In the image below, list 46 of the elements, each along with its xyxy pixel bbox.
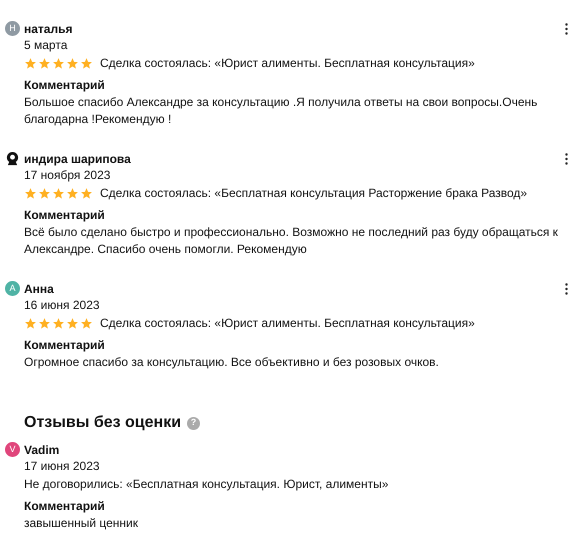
review-date: 17 июня 2023 — [23, 458, 101, 475]
section-title: Отзывы без оценки — [24, 413, 182, 433]
more-icon — [564, 23, 568, 35]
star-icon — [24, 56, 37, 70]
comment-text: Большое спасибо Александре за консультацию .Я получила ответы на свои вопросы.Очень благодарна !Рекомендую ! — [23, 94, 538, 128]
reviewer-name[interactable]: индира шарипова — [24, 150, 131, 168]
comment-label: Комментарий — [23, 207, 106, 224]
star-icon — [24, 316, 37, 330]
star-icon — [38, 186, 51, 200]
star-icon — [80, 56, 93, 70]
deal-status: Сделка состоялась: «Юрист алименты. Бесплатная консультация» — [100, 315, 475, 332]
review-date: 17 ноября 2023 — [23, 167, 112, 184]
star-icon — [38, 316, 51, 330]
star-icon — [66, 56, 79, 70]
comment-label: Комментарий — [23, 77, 106, 94]
deal-status: Не договорились: «Бесплатная консультация. Юрист, алименты» — [24, 476, 388, 493]
more-icon — [564, 283, 568, 295]
star-icon — [66, 316, 79, 330]
star-icon — [66, 186, 79, 200]
star-icon — [24, 186, 37, 200]
review-date: 16 июня 2023 — [23, 297, 101, 314]
review-date: 5 марта — [23, 37, 68, 54]
star-icon — [80, 316, 93, 330]
more-menu-button[interactable] — [563, 282, 569, 296]
comment-text: завышенный ценник — [23, 515, 140, 532]
deal-status: Сделка состоялась: «Юрист алименты. Бесплатная консультация» — [100, 55, 475, 72]
avatar: Н — [5, 21, 20, 36]
comment-label: Комментарий — [23, 337, 106, 354]
avatar: А — [5, 281, 20, 296]
comment-label: Комментарий — [23, 498, 106, 515]
reviewer-name[interactable]: наталья — [24, 20, 72, 38]
star-icon — [38, 56, 51, 70]
more-menu-button[interactable] — [563, 152, 569, 166]
star-icon — [52, 56, 65, 70]
more-menu-button[interactable] — [563, 22, 569, 36]
more-icon — [564, 153, 568, 165]
star-icon — [52, 316, 65, 330]
star-icon — [80, 186, 93, 200]
comment-text: Огромное спасибо за консультацию. Все объективно и без розовых очков. — [23, 354, 440, 371]
avatar: V — [5, 442, 20, 457]
comment-text: Всё было сделано быстро и профессионально. Возможно не последний раз буду обращаться к Александре. Спасибо очень помогли. Рекомендую — [23, 224, 559, 258]
user-avatar-icon — [5, 151, 20, 166]
star-icon — [52, 186, 65, 200]
reviewer-name[interactable]: Vadim — [24, 440, 60, 458]
deal-status: Сделка состоялась: «Бесплатная консультация Расторжение брака Развод» — [100, 185, 528, 202]
reviewer-name[interactable]: Анна — [24, 280, 54, 298]
